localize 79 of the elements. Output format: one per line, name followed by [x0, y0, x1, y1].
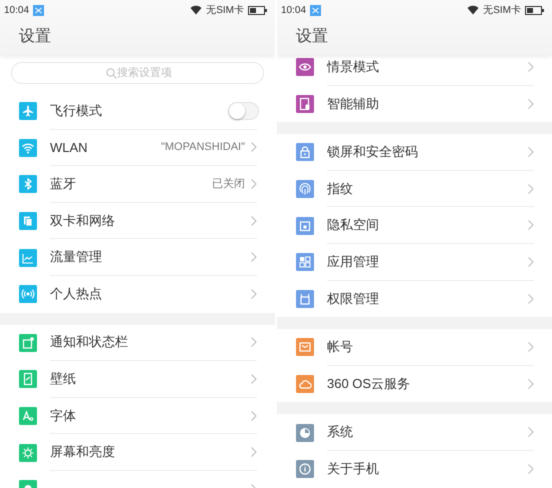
- chevron-icon: [528, 294, 534, 304]
- chevron-icon: [251, 374, 257, 384]
- search-icon: [106, 68, 116, 78]
- item-label: 360 OS云服务: [327, 375, 412, 394]
- item-label: 流量管理: [50, 248, 103, 266]
- settings-item[interactable]: 通知和状态栏: [0, 324, 275, 362]
- settings-item[interactable]: 壁纸: [0, 361, 275, 398]
- settings-item[interactable]: 流量管理: [0, 239, 275, 276]
- item-label: 帐号: [327, 338, 354, 356]
- item-value: "MOPANSHIDAI": [160, 141, 245, 154]
- chevron-icon: [528, 98, 534, 109]
- chevron-icon: [251, 178, 257, 189]
- settings-item[interactable]: 双卡和网络: [0, 202, 275, 240]
- item-label: 关于手机: [327, 460, 380, 478]
- chevron-icon: [251, 410, 257, 421]
- item-label: 壁纸: [50, 370, 77, 388]
- item-label: 个人热点: [50, 285, 103, 304]
- item-label: 飞行模式: [50, 102, 103, 120]
- wifi-signal-icon: [190, 5, 202, 15]
- settings-item[interactable]: 关于手机: [277, 450, 552, 488]
- chevron-icon: [251, 142, 257, 152]
- status-time: 10:04: [4, 4, 30, 16]
- chevron-icon: [528, 62, 534, 72]
- chevron-icon: [528, 220, 534, 230]
- item-label: 情景模式: [327, 58, 380, 76]
- item-label: 指纹: [327, 180, 354, 198]
- settings-item[interactable]: 应用管理: [277, 244, 552, 281]
- settings-item[interactable]: 蓝牙 已关闭: [0, 166, 275, 203]
- page-title: 设置: [295, 27, 329, 47]
- chevron-icon: [528, 256, 534, 267]
- item-label: 系统: [327, 423, 354, 442]
- chevron-icon: [251, 289, 257, 300]
- settings-item[interactable]: 权限管理: [277, 280, 552, 318]
- chevron-icon: [528, 184, 534, 194]
- settings-item[interactable]: 情景模式: [277, 55, 552, 86]
- item-label: 隐私空间: [327, 216, 380, 234]
- settings-item[interactable]: WLAN "MOPANSHIDAI": [0, 130, 275, 166]
- notification-icon: [310, 4, 322, 16]
- chevron-icon: [528, 146, 534, 157]
- item-label: WLAN: [50, 140, 89, 155]
- settings-item[interactable]: 系统: [277, 414, 552, 451]
- settings-item[interactable]: 360 OS云服务: [277, 366, 552, 402]
- chevron-icon: [528, 342, 534, 352]
- status-time: 10:04: [281, 4, 306, 16]
- search-field[interactable]: 搜索设置项: [11, 62, 264, 84]
- settings-item[interactable]: 个人热点: [0, 276, 275, 313]
- item-label: 锁屏和安全密码: [327, 142, 419, 161]
- settings-item[interactable]: 隐私空间: [277, 207, 552, 244]
- carrier-status: 无SIM卡: [483, 4, 521, 17]
- chevron-icon: [251, 447, 257, 458]
- battery-icon: [248, 6, 267, 14]
- notification-icon: [33, 4, 44, 16]
- chevron-icon: [528, 379, 534, 390]
- item-label: 蓝牙: [50, 174, 77, 193]
- item-label: 双卡和网络: [50, 212, 116, 230]
- settings-item[interactable]: 字体: [0, 398, 275, 434]
- chevron-icon: [251, 337, 257, 348]
- settings-item[interactable]: 指纹: [277, 170, 552, 208]
- item-label: 字体: [50, 406, 77, 425]
- item-label: 应用管理: [327, 252, 380, 271]
- chevron-icon: [251, 252, 257, 262]
- settings-item[interactable]: 智能辅助: [277, 86, 552, 122]
- settings-item[interactable]: 帐号: [277, 329, 552, 366]
- settings-item[interactable]: 锁屏和安全密码: [277, 134, 552, 171]
- item-label: 权限管理: [327, 290, 380, 308]
- item-label: 智能辅助: [327, 94, 380, 113]
- item-label: 屏幕和亮度: [50, 443, 116, 462]
- item-value: 已关闭: [212, 176, 245, 192]
- settings-item[interactable]: 屏幕和亮度: [0, 434, 275, 471]
- page-title: 设置: [18, 27, 52, 47]
- battery-icon: [525, 6, 544, 14]
- chevron-icon: [251, 216, 257, 226]
- item-label: 通知和状态栏: [50, 333, 129, 352]
- settings-item[interactable]: 飞行模式: [0, 93, 275, 130]
- chevron-icon: [528, 427, 534, 438]
- carrier-status: 无SIM卡: [206, 4, 244, 17]
- wifi-signal-icon: [467, 5, 480, 15]
- toggle-switch[interactable]: [228, 102, 259, 120]
- chevron-icon: [528, 464, 534, 474]
